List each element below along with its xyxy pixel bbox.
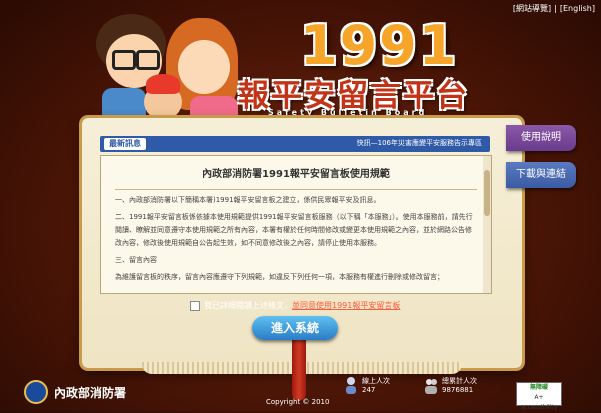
- latest-news-label: 最新訊息: [104, 138, 146, 150]
- online-count: 線上人次 247: [344, 376, 390, 394]
- notice-scrollbar[interactable]: [483, 156, 491, 293]
- online-value: 247: [362, 386, 376, 394]
- english-link[interactable]: English: [563, 4, 592, 13]
- family-illustration: [94, 10, 244, 128]
- latest-news-bar: 最新訊息 快訊—106年災害應變平安服務告示專區: [100, 136, 490, 152]
- latest-news-link[interactable]: 快訊—106年災害應變平安服務告示專區: [357, 138, 482, 148]
- notice-paragraph: 三、留言內容: [115, 256, 157, 264]
- people-icon: [425, 379, 437, 394]
- total-count: 總累計人次 9876881: [424, 376, 477, 394]
- copyright: Copyright © 2010: [266, 398, 330, 406]
- person-icon: [346, 377, 356, 394]
- agree-row: 我已詳細閱讀上述條文，並同意使用1991報平安留言板: [190, 300, 400, 311]
- a11y-mark: 無障礙: [529, 384, 548, 391]
- agree-checkbox[interactable]: [190, 300, 200, 311]
- usage-tab[interactable]: 使用說明: [506, 125, 576, 151]
- org-name: 內政部消防署: [54, 385, 127, 400]
- total-value: 9876881: [442, 386, 474, 394]
- emblem-icon: [24, 380, 48, 404]
- usage-rules-panel[interactable]: 內政部消防署1991報平安留言板使用規範 一、內政部消防署以下簡稱本署)1991…: [100, 155, 492, 294]
- accessibility-badge[interactable]: 無障礙 A+ accessibility: [516, 382, 562, 411]
- logo-subtitle: Safety Bulletin Board: [268, 108, 428, 117]
- site-nav-link[interactable]: 網站導覽: [516, 4, 548, 13]
- download-links-tab[interactable]: 下載與連結: [506, 162, 576, 188]
- notice-paragraph: 二、1991報平安留言板係依據本使用規範提供1991報平安留言板服務（以下稱「本…: [115, 213, 473, 247]
- a11y-text: A+ accessibility: [520, 394, 558, 411]
- scroll-thumb[interactable]: [484, 170, 490, 216]
- agree-link[interactable]: 並同意使用1991報平安留言板: [292, 301, 400, 310]
- logo-number: 1991: [300, 14, 459, 77]
- total-label: 總累計人次: [442, 377, 477, 385]
- agree-text: 我已詳細閱讀上述條文，: [204, 301, 292, 310]
- footer-logo[interactable]: 內政部消防署: [24, 380, 126, 404]
- bookmark-ribbon: [292, 330, 306, 400]
- notice-body: 一、內政部消防署以下簡稱本署)1991報平安留言板之建立，係供民眾報平安及訊息。…: [101, 194, 491, 284]
- notice-divider: [115, 189, 477, 190]
- notice-paragraph: 為維護留言板的秩序，留言內容應遵守下列規範，如違反下列任何一項，本服務有權進行刪…: [115, 273, 444, 281]
- notice-paragraph: 一、內政部消防署以下簡稱本署)1991報平安留言板之建立，係供民眾報平安及訊息。: [115, 196, 381, 204]
- notice-title: 內政部消防署1991報平安留言板使用規範: [202, 169, 390, 180]
- enter-system-button[interactable]: 進入系統: [252, 316, 338, 340]
- top-nav: [網站導覽] | [English]: [512, 4, 595, 13]
- online-label: 線上人次: [362, 377, 390, 385]
